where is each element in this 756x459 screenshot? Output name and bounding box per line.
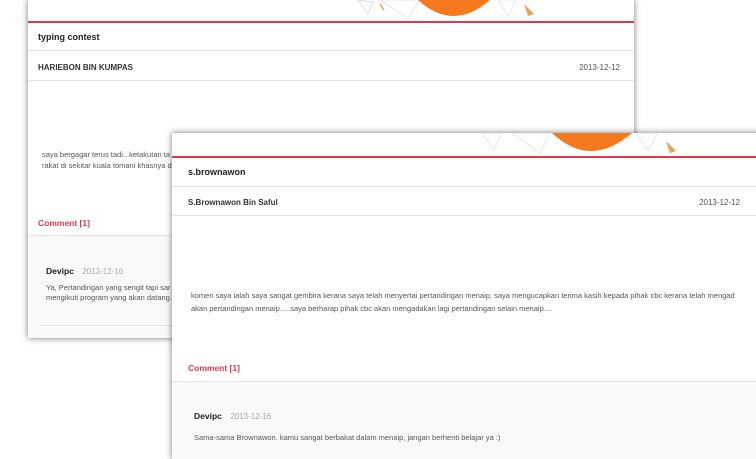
post-title[interactable]: typing contest — [38, 32, 100, 42]
post-body-line: komen saya ialah saya sangat gembira ker… — [191, 291, 735, 300]
comment-date: 2013-12-16 — [230, 412, 272, 421]
banner-decoration-icon — [357, 0, 534, 19]
post-date: 2013-12-12 — [579, 63, 620, 72]
comment-author[interactable]: Devipc — [46, 266, 74, 276]
header-accent-line — [172, 156, 756, 158]
divider — [172, 215, 756, 216]
post-banner — [172, 133, 756, 157]
comment-list: Devipc 2013-12-16 Sama-sama Brownawon. k… — [172, 382, 756, 459]
divider — [172, 186, 756, 187]
comment-heading: Comment [1] — [188, 363, 240, 373]
post-card-front: s.brownawon S.Brownawon Bin Saful 2013-1… — [172, 133, 756, 459]
comment-text-line: mengikuti program yang akan datang. — [46, 293, 172, 302]
divider — [28, 80, 634, 81]
post-author: S.Brownawon Bin Saful — [188, 198, 278, 207]
post-author: HARIEBON BIN KUMPAS — [38, 63, 133, 72]
banner-decoration-icon — [481, 133, 676, 154]
post-banner — [28, 0, 634, 22]
post-date: 2013-12-12 — [699, 198, 740, 207]
comment-author[interactable]: Devipc — [194, 411, 222, 421]
comment-heading: Comment [1] — [38, 218, 90, 228]
divider — [28, 50, 634, 51]
header-accent-line — [28, 21, 634, 23]
comment-meta: Devipc 2013-12-16 — [46, 261, 123, 279]
comment-text-line: Ya, Pertandingan yang sengit tapi sar — [46, 283, 171, 292]
post-body-line: akan pertandingan menaip.....saya berhar… — [191, 304, 553, 313]
post-body-line: rakat di sekitar kuala tomani khasnya d — [42, 161, 172, 170]
post-body-line: saya bergagar terus tadi...ketakutan ta — [42, 150, 170, 159]
comment-date: 2013-12-16 — [82, 267, 124, 276]
post-title[interactable]: s.brownawon — [188, 167, 246, 177]
comment-meta: Devipc 2013-12-16 — [194, 406, 271, 424]
comment-text-line: Sama-sama Brownawon. kamu sangat berbaka… — [194, 433, 501, 442]
